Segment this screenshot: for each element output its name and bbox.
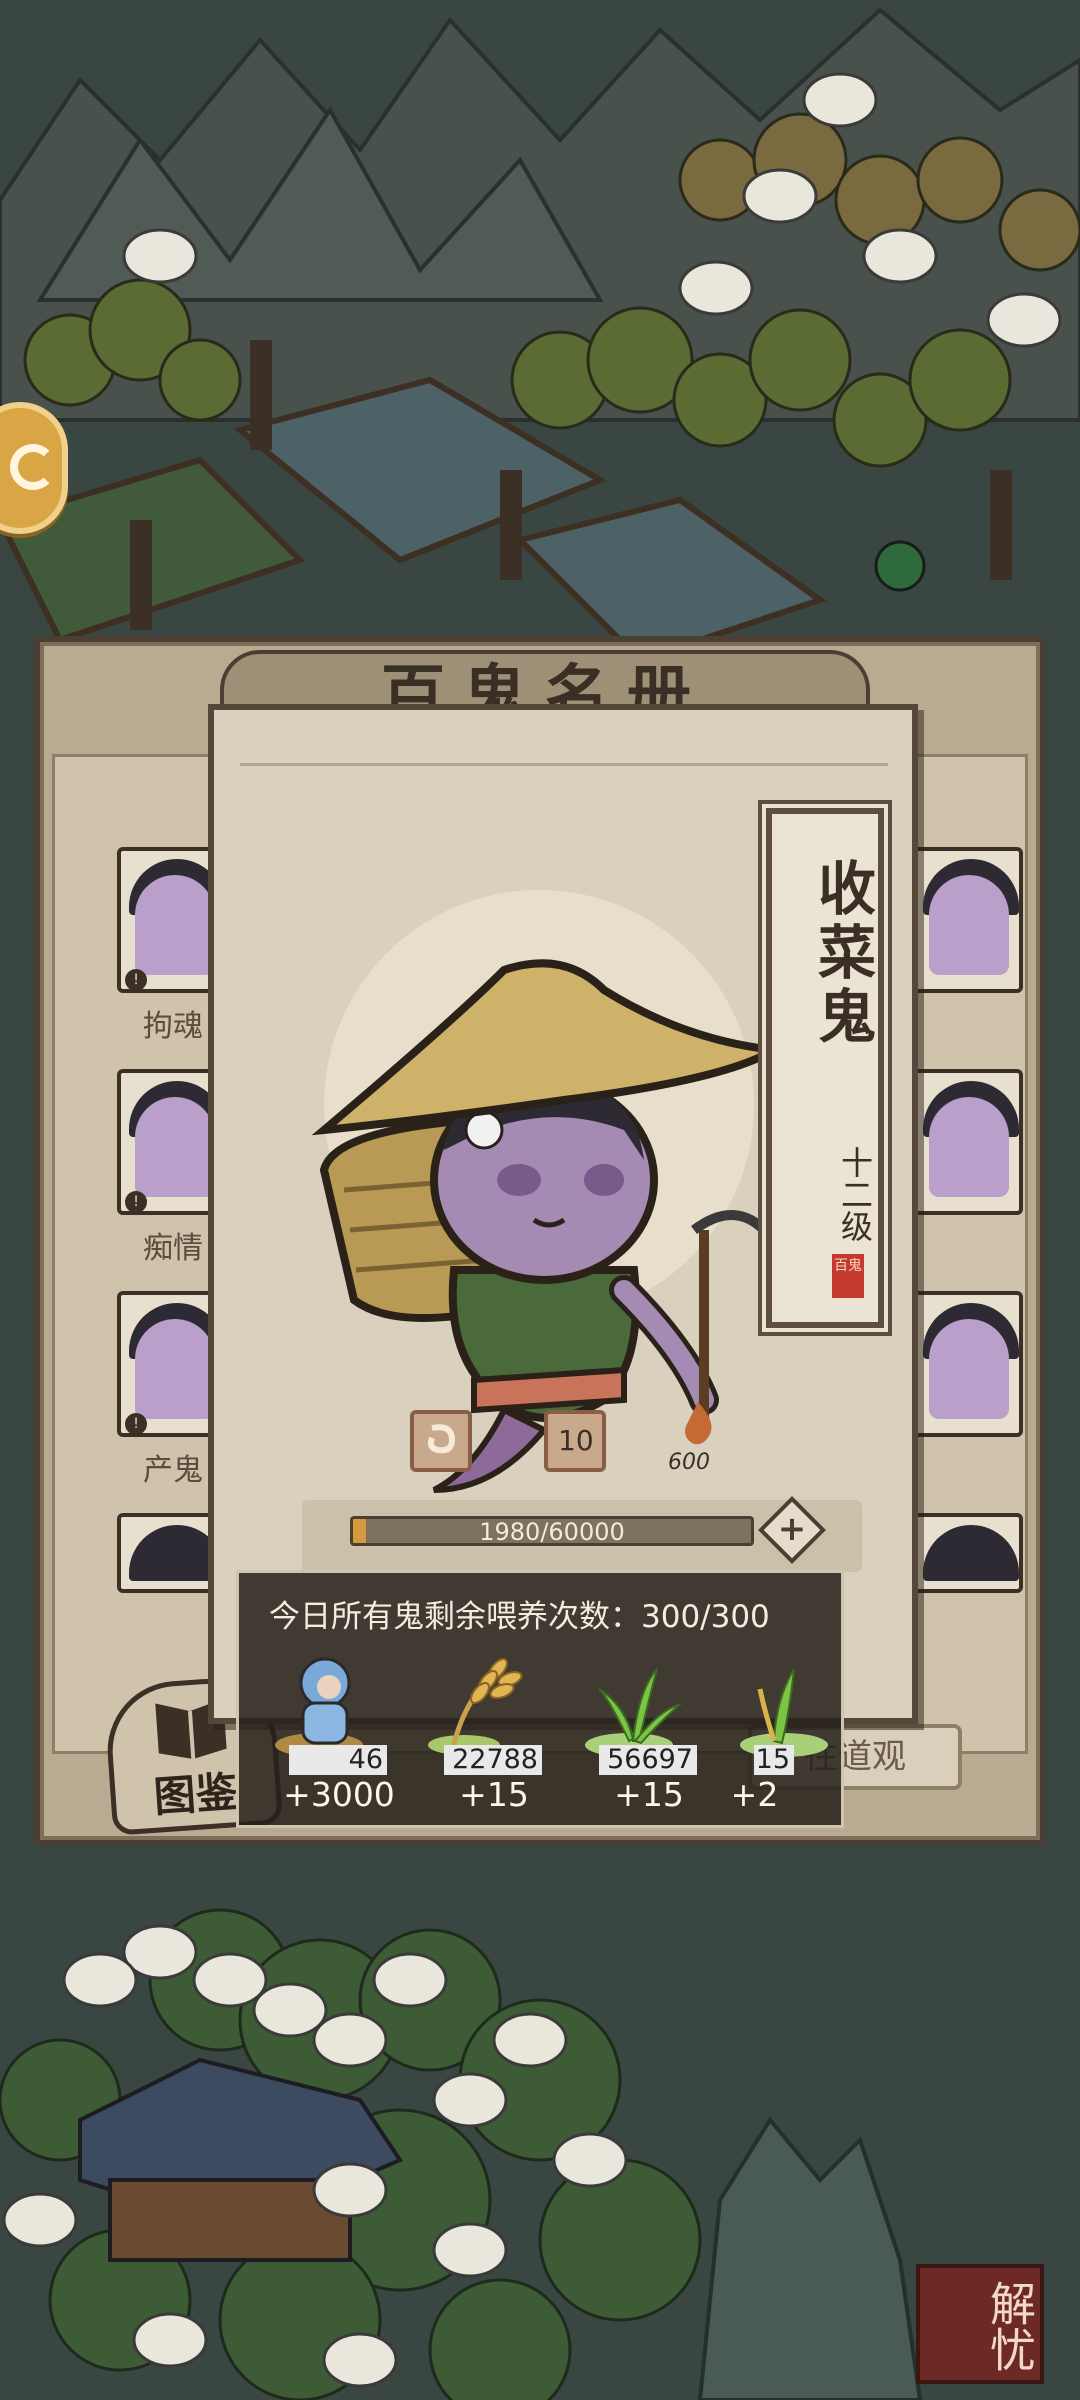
item-gain: +3000 (283, 1775, 395, 1814)
ghost-card[interactable] (911, 1513, 1023, 1593)
ghost-name-plaque: 收菜鬼 十二级 百鬼 (766, 808, 884, 1328)
feed-remaining-text: 今日所有鬼剩余喂养次数：300/300 (269, 1599, 770, 1635)
feed-item[interactable]: 22788 +15 (424, 1649, 564, 1819)
feed-item[interactable]: 56697 +15 (579, 1649, 719, 1819)
item-count: 56697 (599, 1745, 697, 1775)
lock-icon: ! (125, 969, 147, 989)
flame-icon (685, 1402, 712, 1445)
ghost-name: 收菜鬼 (808, 858, 876, 1050)
ghost-portrait (135, 875, 215, 975)
lock-icon: ! (125, 1413, 147, 1433)
feeding-tooltip: 今日所有鬼剩余喂养次数：300/300 46 +3000 22788 +15 5… (236, 1570, 844, 1828)
ghost-card[interactable] (911, 847, 1023, 993)
item-gain: +15 (614, 1775, 684, 1814)
ghost-portrait (929, 1319, 1009, 1419)
ghost-portrait (929, 875, 1009, 975)
plus-icon: + (777, 1509, 807, 1549)
grass-icon (585, 1668, 683, 1757)
feed-item[interactable]: 46 +3000 (269, 1649, 409, 1819)
ghost-card[interactable] (911, 1291, 1023, 1437)
exp-progress-text: 1980/60000 (479, 1518, 625, 1546)
border-pattern (240, 726, 888, 766)
item-count: 22788 (444, 1745, 542, 1775)
wheat-icon (428, 1658, 523, 1755)
item-count: 46 (289, 1745, 387, 1775)
item-gain: +2 (734, 1775, 779, 1814)
stamp-label: 解忧 (983, 2280, 1037, 2372)
ghost-portrait (135, 1319, 215, 1419)
feed-count-value: 10 (558, 1424, 594, 1457)
ghost-card[interactable] (911, 1069, 1023, 1215)
ghost-portrait (135, 1097, 215, 1197)
sprout-icon (740, 1668, 828, 1757)
side-menu-button[interactable] (0, 402, 68, 534)
fire-value: 600 (668, 1450, 710, 1475)
seal-stamp: 百鬼 (832, 1254, 864, 1298)
ghost-level: 十二级 (836, 1146, 874, 1242)
item-count: 15 (754, 1745, 794, 1775)
ghost-type-badge (410, 1410, 472, 1472)
item-gain: +15 (459, 1775, 529, 1814)
spiral-icon (10, 444, 56, 490)
jieyou-stamp-button[interactable]: 解忧 (916, 2264, 1044, 2384)
lock-icon: ! (125, 1191, 147, 1211)
ghost-doll-icon (275, 1657, 363, 1757)
spiral-badge-icon (427, 1424, 456, 1454)
exp-progress-bar: 1980/60000 (350, 1516, 754, 1546)
feed-item[interactable]: 15 +2 (734, 1649, 844, 1819)
feed-count-badge: 10 (544, 1410, 606, 1472)
ghost-portrait (929, 1097, 1009, 1197)
